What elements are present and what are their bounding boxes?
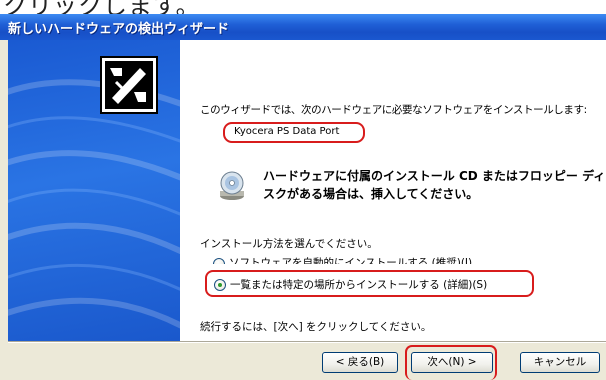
next-button-highlight: [405, 345, 497, 380]
cd-drive-icon: [220, 171, 244, 200]
wizard-sidebar: [8, 40, 180, 341]
device-name: Kyocera PS Data Port: [234, 126, 340, 137]
window-title: 新しいハードウェアの検出ウィザード: [8, 22, 230, 37]
device-name-highlight: Kyocera PS Data Port: [223, 122, 365, 143]
hardware-wizard-icon: [100, 56, 158, 114]
continue-text: 続行するには、[次へ] をクリックしてください。: [200, 321, 432, 333]
document-text-above: クリックします。: [0, 0, 606, 14]
button-divider: [8, 341, 606, 343]
install-method-prompt: インストール方法を選んでください。: [200, 238, 378, 250]
cd-instruction-line1: ハードウェアに付属のインストール CD またはフロッピー ディ: [263, 169, 606, 183]
manual-install-highlight: [205, 270, 534, 297]
back-button[interactable]: < 戻る(B): [322, 352, 398, 373]
window-title-bar[interactable]: 新しいハードウェアの検出ウィザード: [0, 14, 606, 40]
wizard-content: このウィザードでは、次のハードウェアに必要なソフトウェアをインストールします: …: [180, 40, 606, 341]
cancel-button[interactable]: キャンセル: [520, 352, 600, 373]
cd-instruction-line2: スクがある場合は、挿入してください。: [263, 187, 479, 201]
intro-text: このウィザードでは、次のハードウェアに必要なソフトウェアをインストールします:: [200, 104, 587, 116]
above-text: クリックします。: [3, 0, 201, 14]
